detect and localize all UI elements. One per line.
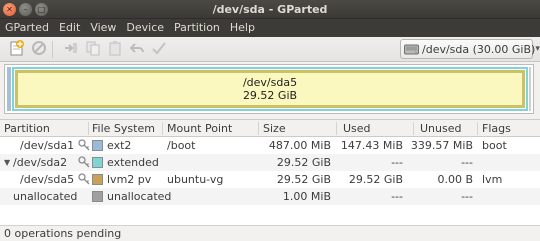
toolbar-separator — [52, 41, 53, 58]
filesystem-color-swatch — [92, 140, 103, 151]
expander-down-icon[interactable]: ▼ — [4, 154, 10, 171]
filesystem-color-swatch — [92, 191, 103, 202]
column-header-used[interactable]: Used — [343, 120, 371, 137]
column-header-mount-point[interactable]: Mount Point — [167, 120, 232, 137]
column-divider — [162, 122, 163, 135]
cell-filesystem: lvm2 pv — [107, 173, 152, 186]
window-title: /dev/sda - GParted — [212, 3, 328, 16]
column-divider — [477, 122, 478, 135]
graph-segment-size: 29.52 GiB — [242, 89, 298, 102]
disk-icon — [404, 43, 419, 56]
table-row[interactable]: /dev/sda5 lvm2 pv ubuntu-vg 29.52 GiB 29… — [0, 171, 540, 188]
cell-partition: /dev/sda1 — [20, 139, 75, 152]
cell-used: 147.43 MiB — [340, 139, 403, 152]
column-header-unused[interactable]: Unused — [420, 120, 461, 137]
table-row[interactable]: /dev/sda1 ext2 /boot 487.00 MiB 147.43 M… — [0, 137, 540, 154]
partition-table: Partition File System Mount Point Size U… — [0, 119, 540, 225]
column-header-filesystem[interactable]: File System — [92, 120, 155, 137]
key-icon — [78, 156, 90, 168]
device-selector-label: /dev/sda (30.00 GiB) — [422, 42, 536, 56]
table-row[interactable]: unallocated unallocated 1.00 MiB --- --- — [0, 188, 540, 205]
cell-mount-point: ubuntu-vg — [167, 173, 224, 186]
cell-unused: 339.57 MiB — [410, 139, 473, 152]
graph-segment-unallocated[interactable] — [529, 67, 531, 111]
device-selector[interactable]: /dev/sda (30.00 GiB) ▾ — [400, 39, 540, 59]
cell-unused: --- — [461, 190, 473, 203]
column-header-size[interactable]: Size — [263, 120, 286, 137]
cell-filesystem: ext2 — [107, 139, 132, 152]
graph-segment-name: /dev/sda5 — [242, 76, 298, 89]
cell-used: --- — [391, 190, 403, 203]
new-icon — [9, 40, 25, 59]
delete-icon — [31, 40, 47, 59]
table-row[interactable]: ▼ /dev/sda2 extended 29.52 GiB --- --- — [0, 154, 540, 171]
column-divider — [413, 122, 414, 135]
graph-segment-sda5[interactable]: /dev/sda5 29.52 GiB — [15, 70, 525, 108]
resize-move-button[interactable] — [62, 41, 80, 58]
cell-mount-point: /boot — [167, 139, 196, 152]
menu-bar: GParted Edit View Device Partition Help — [0, 19, 540, 37]
cell-flags: lvm — [482, 173, 503, 186]
menu-partition[interactable]: Partition — [169, 19, 225, 37]
apply-icon — [151, 40, 167, 59]
cell-used: --- — [391, 156, 403, 169]
cell-unused: 0.00 B — [437, 173, 473, 186]
new-partition-button[interactable] — [8, 40, 26, 59]
copy-icon — [85, 40, 101, 59]
cell-filesystem: extended — [107, 156, 159, 169]
filesystem-color-swatch — [92, 174, 103, 185]
undo-button[interactable] — [128, 41, 146, 58]
partition-graph: /dev/sda5 29.52 GiB — [4, 64, 534, 114]
column-divider — [336, 122, 337, 135]
menu-help[interactable]: Help — [225, 19, 260, 37]
paste-button[interactable] — [106, 41, 124, 58]
copy-button[interactable] — [84, 41, 102, 58]
cell-size: 1.00 MiB — [282, 190, 331, 203]
cell-used: 29.52 GiB — [348, 173, 403, 186]
cell-filesystem: unallocated — [107, 190, 172, 203]
status-bar: 0 operations pending — [0, 225, 540, 241]
key-icon — [78, 173, 90, 185]
cell-flags: boot — [482, 139, 507, 152]
key-icon — [78, 139, 90, 151]
title-bar: ✕ – □ /dev/sda - GParted — [0, 0, 540, 19]
column-header-partition[interactable]: Partition — [4, 120, 50, 137]
apply-button[interactable] — [150, 41, 168, 58]
status-text: 0 operations pending — [4, 227, 122, 240]
cell-size: 29.52 GiB — [276, 173, 331, 186]
cell-partition: unallocated — [13, 190, 78, 203]
cell-partition: /dev/sda2 — [13, 156, 68, 169]
resize-move-icon — [63, 40, 79, 59]
cell-size: 487.00 MiB — [268, 139, 331, 152]
menu-gparted[interactable]: GParted — [0, 19, 54, 37]
delete-partition-button[interactable] — [30, 41, 48, 58]
paste-icon — [107, 40, 123, 59]
table-header: Partition File System Mount Point Size U… — [0, 120, 540, 137]
cell-partition: /dev/sda5 — [20, 173, 75, 186]
column-divider — [88, 122, 89, 135]
cell-size: 29.52 GiB — [276, 156, 331, 169]
undo-icon — [129, 40, 145, 59]
graph-segment-sda1[interactable] — [7, 67, 11, 111]
filesystem-color-swatch — [92, 157, 103, 168]
cell-unused: --- — [461, 156, 473, 169]
column-divider — [258, 122, 259, 135]
column-header-flags[interactable]: Flags — [482, 120, 511, 137]
menu-edit[interactable]: Edit — [54, 19, 85, 37]
menu-view[interactable]: View — [85, 19, 121, 37]
chevron-down-icon: ▾ — [535, 44, 540, 54]
menu-device[interactable]: Device — [121, 19, 169, 37]
